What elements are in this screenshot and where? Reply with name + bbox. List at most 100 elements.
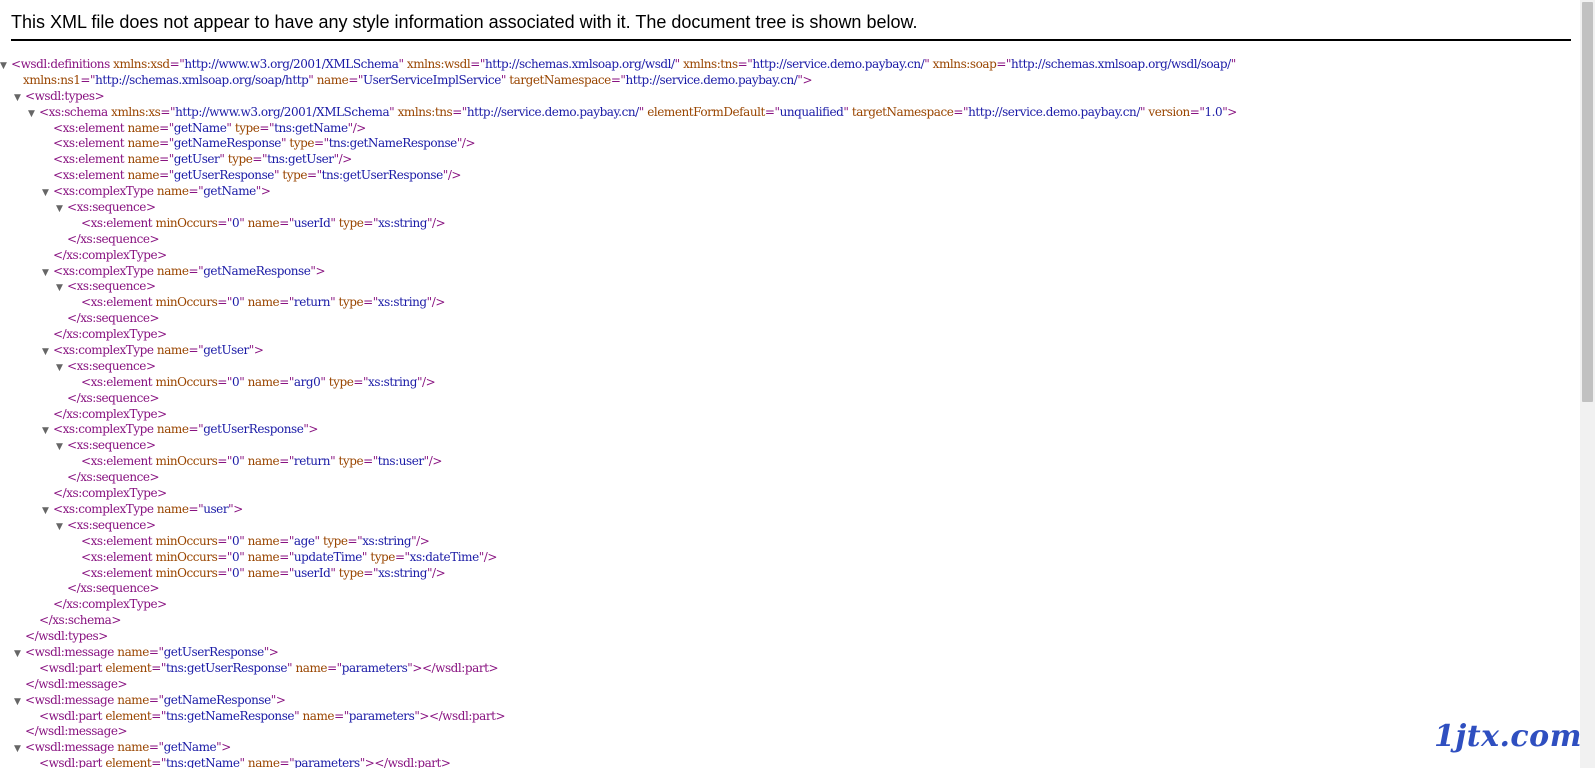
xml-attribute-name: name	[299, 708, 335, 723]
xml-tag-text: ="	[159, 120, 174, 135]
xml-tag-text: <xs:element	[53, 152, 125, 167]
xml-attribute-value: parameters	[341, 660, 408, 675]
xml-tag-text: "/>	[456, 136, 476, 151]
xml-attribute-value: getUser	[203, 343, 249, 358]
xml-attribute-value: xs:string	[378, 215, 427, 230]
xml-line: <xs:element minOccurs="0" name="userId" …	[0, 216, 1580, 232]
xml-tag-text: ="	[353, 374, 369, 389]
xml-tag-text: ">	[797, 72, 813, 87]
xml-line: ▼ <xs:sequence>	[0, 518, 1580, 534]
xml-line: </xs:complexType>	[0, 407, 1580, 423]
scrollbar-thumb[interactable]	[1582, 2, 1593, 402]
xml-tag-text: <wsdl:message	[25, 692, 114, 707]
xml-tag-text: </wsdl:types>	[25, 629, 108, 644]
xml-tag-text: <xs:element	[81, 215, 153, 230]
xml-tag-text: ="	[279, 549, 294, 564]
xml-attribute-name: xmlns:soap	[929, 57, 997, 71]
xml-line: <xs:element minOccurs="0" name="return" …	[0, 454, 1580, 470]
xml-tag-text: ="	[217, 533, 233, 548]
xml-attribute-name: element	[101, 756, 152, 768]
xml-tag-text: "/>	[423, 454, 443, 469]
xml-tag-text: <xs:schema	[39, 104, 108, 119]
xml-tag-text: ="	[188, 343, 204, 358]
xml-tag-text: ="	[217, 549, 233, 564]
xml-tag-text: ="	[159, 152, 174, 167]
xml-tag-text: ">	[310, 263, 326, 278]
xml-attribute-value: getNameResponse	[173, 136, 282, 151]
xml-attribute-value: unqualified	[779, 104, 844, 119]
xml-tag-text: </wsdl:message>	[25, 724, 128, 739]
xml-line: ▼ <xs:sequence>	[0, 438, 1580, 454]
xml-attribute-value: getUserResponse	[163, 644, 265, 659]
xml-tag-text: ">	[263, 644, 279, 659]
xml-attribute-name: name	[124, 136, 160, 151]
xml-attribute-name: name	[124, 152, 160, 167]
xml-attribute-name: name	[292, 660, 328, 675]
xml-tag-text: "></wsdl:part>	[414, 708, 506, 723]
xml-line: ▼ <xs:complexType name="getUser">	[0, 343, 1580, 359]
xml-tag-text: <xs:element	[81, 565, 153, 580]
xml-attribute-name: element	[101, 660, 152, 675]
xml-attribute-name: targetNamespace	[505, 72, 611, 87]
xml-line: <xs:element name="getUser" type="tns:get…	[0, 152, 1580, 168]
xml-tag-text: ="	[347, 533, 363, 548]
xml-tag-text: ="	[188, 184, 204, 199]
xml-tag-text: </xs:sequence>	[67, 231, 160, 246]
xml-tag-text: </xs:sequence>	[67, 581, 160, 596]
xml-attribute-value: xs:string	[362, 533, 412, 548]
xml-tag-text: ="	[217, 454, 233, 469]
xml-tag-text: ="	[348, 72, 363, 87]
xml-tag-text: <xs:sequence>	[67, 517, 156, 532]
xml-attribute-name: name	[244, 295, 280, 310]
xml-tag-text: "	[1230, 57, 1237, 71]
xml-attribute-name: type	[319, 533, 348, 548]
xml-attribute-value: xs:string	[378, 565, 427, 580]
xml-attribute-name: xmlns:xsd	[109, 57, 170, 71]
xml-line: </xs:complexType>	[0, 486, 1580, 502]
xml-attribute-name: name	[153, 501, 189, 516]
xml-attribute-name: xmlns:tns	[394, 104, 453, 119]
xml-line: </xs:sequence>	[0, 232, 1580, 248]
xml-attribute-name: type	[286, 136, 314, 151]
xml-tag-text: ="	[1189, 104, 1205, 119]
xml-attribute-name: name	[244, 549, 280, 564]
xml-tag-text: ="	[327, 660, 342, 675]
xml-tag-text: ="	[217, 565, 233, 580]
xml-tag-text: ="	[217, 215, 233, 230]
xml-attribute-name: name	[153, 184, 189, 199]
xml-tag-text: "/>	[442, 168, 462, 183]
xml-attribute-value: getName	[173, 120, 227, 135]
watermark-logo: 1jtx.com	[1434, 719, 1582, 754]
xml-tag-text: ">	[1222, 104, 1237, 119]
xml-tag-text: "/>	[426, 215, 446, 230]
xml-attribute-name: name	[244, 374, 280, 389]
xml-tag-text: ="	[314, 136, 329, 151]
xml-tag-text: </wsdl:message>	[25, 676, 128, 691]
xml-tag-text: ="	[279, 756, 295, 768]
xml-line: </xs:sequence>	[0, 581, 1580, 597]
xml-attribute-value: return	[293, 454, 331, 469]
xml-attribute-name: minOccurs	[152, 374, 218, 389]
xml-attribute-name: xmlns:wsdl	[403, 57, 471, 71]
xml-attribute-name: name	[244, 756, 280, 768]
xml-tag-text: ="	[188, 501, 204, 516]
xml-tag-text: <xs:complexType	[53, 263, 154, 278]
xml-tag-text: ="	[151, 660, 166, 675]
xml-tag-text: ="	[363, 215, 379, 230]
xml-tag-text: ="	[279, 565, 294, 580]
xml-tag-text: </xs:complexType>	[53, 406, 167, 421]
xml-tag-text: ">	[303, 422, 319, 437]
xml-attribute-value: tns:getUser	[267, 152, 334, 167]
xml-line: ▼ <xs:complexType name="getName">	[0, 184, 1580, 200]
xml-tag-text: ="	[737, 57, 753, 71]
xml-line: <xs:element minOccurs="0" name="return" …	[0, 295, 1580, 311]
xml-tag-text: ="	[610, 72, 626, 87]
xml-tag-text: <wsdl:message	[25, 644, 114, 659]
xml-tag-text: ="	[279, 454, 294, 469]
xml-tag-text: ="	[953, 104, 969, 119]
xml-tag-text: ="	[148, 740, 164, 755]
xml-attribute-value: tns:user	[377, 454, 424, 469]
vertical-scrollbar[interactable]	[1580, 0, 1595, 768]
xml-tag-text: </xs:complexType>	[53, 327, 167, 342]
xml-attribute-name: xmlns:xs	[107, 104, 161, 119]
